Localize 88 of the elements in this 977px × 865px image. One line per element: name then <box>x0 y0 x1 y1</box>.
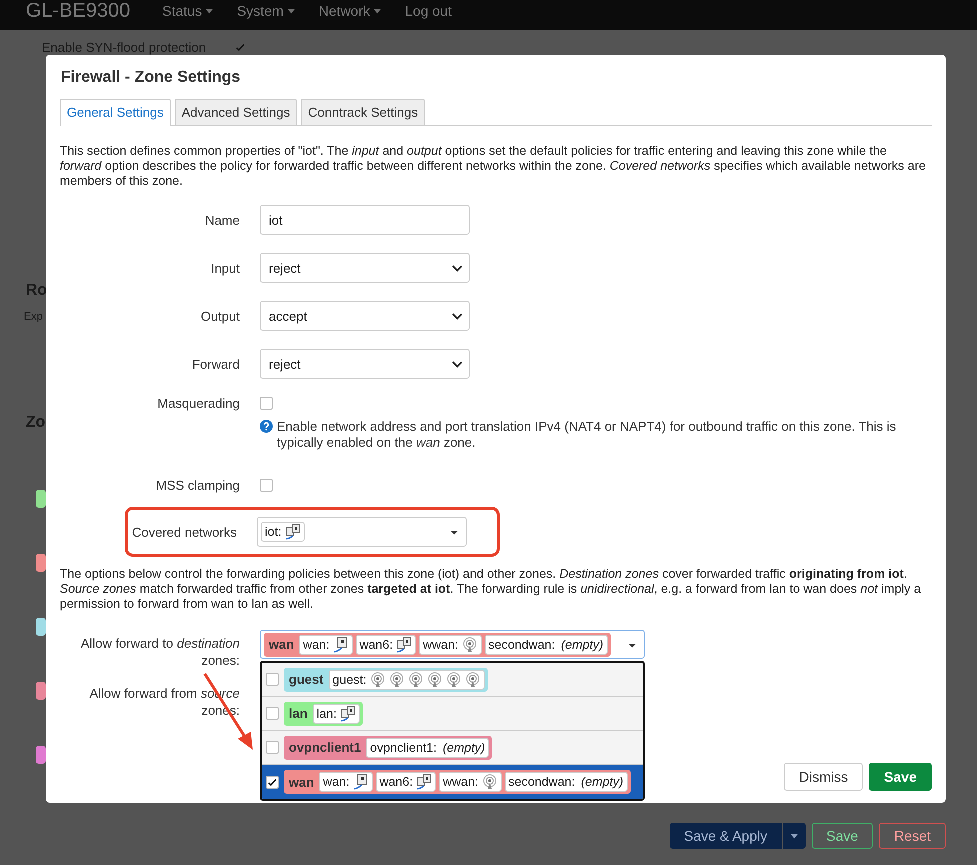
forwarding-description: The options below control the forwarding policies between this zone (iot) and other zones. Destination zones cover forwarded traffic originating from iot. Source zones match forwarded traffic from other zones targeted at iot. The forwarding rule is unidirectional, e.g. a forward from lan to wan does not imply a permission to forward from wan to lan as well. <box>60 567 922 612</box>
network-tag: wan6: <box>356 634 416 654</box>
field-label: Output <box>200 308 240 324</box>
dropdown-option[interactable]: ovpnclient1 ovpnclient1: (empty) <box>262 731 643 765</box>
zone-select[interactable]: wan wan: wan6: wwan: secondwan: (empty) <box>260 630 645 659</box>
computer-icon <box>352 774 369 790</box>
computers-icon <box>416 774 432 790</box>
wireless-icon <box>464 672 481 688</box>
checkbox[interactable] <box>260 396 273 410</box>
caret-icon <box>451 531 458 535</box>
zone-name: ovpnclient1 <box>288 740 362 755</box>
zone-name: guest <box>288 672 325 687</box>
field-label: Name <box>204 212 240 228</box>
help-text: Enable network address and port translation IPv4 (NAT4 or NAPT4) for outbound traffic on this zone. This is typically enabled on the wan zone. <box>277 419 898 451</box>
dropdown-option[interactable]: guest guest: <box>262 663 643 697</box>
wireless-icon <box>462 636 478 652</box>
nav-menu[interactable]: Log out <box>405 3 452 19</box>
field-label: Allow forward to destination zones: <box>80 635 240 669</box>
checkbox[interactable] <box>266 776 279 788</box>
checkbox[interactable] <box>260 478 273 492</box>
network-tag: ovpnclient1: (empty) <box>366 738 490 758</box>
network-tag: wan: <box>319 772 373 792</box>
logo[interactable]: GL-BE9300 <box>26 0 131 22</box>
setting-label: Enable SYN-flood protection <box>42 40 206 55</box>
checkbox[interactable] <box>266 707 279 720</box>
checkbox[interactable] <box>266 673 279 686</box>
chevron-icon <box>452 313 463 320</box>
save-apply-button[interactable]: Save & Apply <box>670 823 782 849</box>
field-label: Masquerading <box>156 396 240 410</box>
network-tag: wwan: <box>419 634 482 654</box>
caret-icon <box>629 644 636 648</box>
page-button[interactable]: Reset <box>879 823 946 849</box>
network-select[interactable]: iot: <box>257 517 467 547</box>
select-field[interactable]: reject <box>260 349 470 379</box>
zone-name: wan <box>288 774 316 790</box>
wireless-icon <box>426 672 443 688</box>
checkbox[interactable] <box>266 741 279 754</box>
field-label: Input <box>210 260 240 276</box>
computers-icon <box>340 706 356 722</box>
dialog-button[interactable]: Dismiss <box>784 763 864 791</box>
network-tag: wan: <box>299 634 353 654</box>
dropdown-option[interactable]: wan wan: wan6: wwan: secondwan: (empty) <box>262 765 643 799</box>
chevron-icon <box>452 265 463 272</box>
field-label: Covered networks <box>131 524 237 540</box>
caret-icon <box>374 8 382 14</box>
chevron-icon <box>452 361 463 368</box>
tab[interactable]: Conntrack Settings <box>301 99 426 125</box>
zone-name: lan <box>288 706 309 721</box>
dropdown-toggle[interactable] <box>782 823 806 849</box>
modal-title: Firewall - Zone Settings <box>61 69 242 87</box>
nav-menu[interactable]: System <box>237 3 295 19</box>
tab[interactable]: Advanced Settings <box>174 99 298 125</box>
network-tag: secondwan: (empty) <box>484 634 608 654</box>
page-button[interactable]: Save <box>812 823 874 849</box>
select-field[interactable]: accept <box>260 301 470 331</box>
caret-icon <box>206 8 214 14</box>
wireless-icon <box>370 672 386 688</box>
network-tag: wwan: <box>439 772 502 792</box>
network-tag: secondwan: (empty) <box>504 772 628 792</box>
section-heading: Ro <box>26 282 48 300</box>
dropdown-option[interactable]: lan lan: <box>262 697 643 731</box>
section-heading: Zo <box>26 414 46 432</box>
section-description: This section defines common properties of "iot". The input and output options set the default policies for traffic entering and leaving this zone while the forward option describes the policy for forwarded traffic between different networks within the zone. Covered networks specifies which available networks are members of this zone. <box>60 144 927 189</box>
computers-icon <box>396 636 412 652</box>
caret-icon <box>790 834 798 838</box>
network-tag: iot: <box>261 522 305 542</box>
nav-menu[interactable]: Network <box>318 3 382 19</box>
network-tag: guest: <box>328 670 485 690</box>
network-tag: wan6: <box>376 772 436 792</box>
tab[interactable]: General Settings <box>60 99 171 126</box>
wireless-icon <box>446 672 462 688</box>
help-icon <box>260 420 273 433</box>
computer-icon <box>332 636 349 652</box>
section-text: Exp <box>24 311 43 323</box>
network-tag: lan: <box>312 704 360 724</box>
checkbox[interactable] <box>234 42 246 54</box>
text-field[interactable]: iot <box>260 205 470 235</box>
caret-icon <box>288 8 295 14</box>
nav-menu[interactable]: Status <box>162 3 214 19</box>
wireless-icon <box>388 672 405 688</box>
wireless-icon <box>482 774 498 790</box>
field-label: Forward <box>191 356 240 372</box>
computers-icon <box>284 524 301 540</box>
dialog-button[interactable]: Save <box>869 763 932 791</box>
zone-name: wan <box>268 637 296 652</box>
select-field[interactable]: reject <box>260 253 470 283</box>
wireless-icon <box>408 672 424 688</box>
field-label: MSS clamping <box>155 478 240 492</box>
